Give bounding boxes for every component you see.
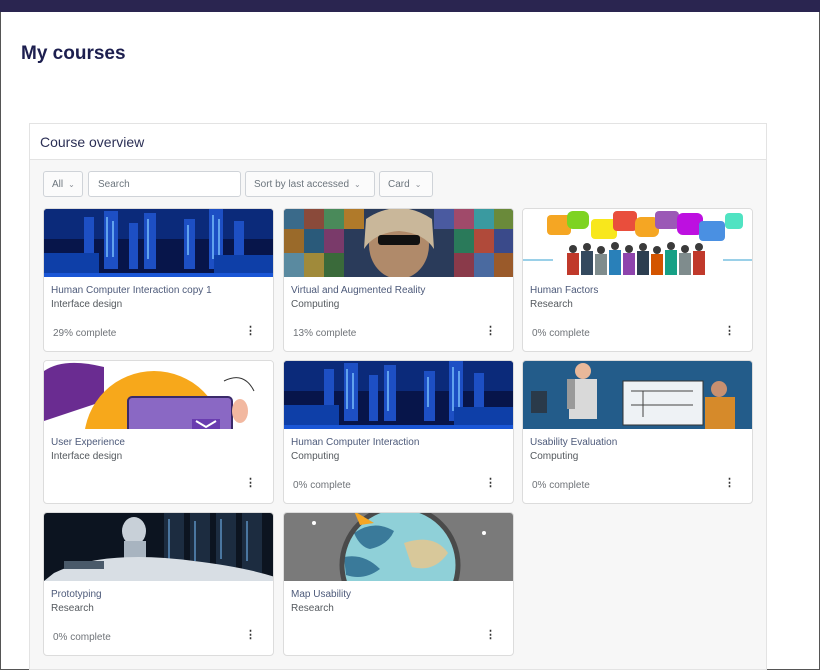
grouping-dropdown[interactable]: All ⌄ xyxy=(43,171,83,197)
course-category: Computing xyxy=(291,299,340,310)
sort-label: Sort by last accessed xyxy=(254,178,350,190)
course-image[interactable] xyxy=(523,361,752,429)
course-image[interactable] xyxy=(523,209,752,277)
vertical-ellipsis-icon[interactable]: ⋮ xyxy=(245,629,256,641)
chevron-down-icon: ⌄ xyxy=(414,179,422,189)
view-label: Card xyxy=(388,178,410,190)
course-category: Research xyxy=(530,299,573,310)
course-name[interactable]: Usability Evaluation xyxy=(530,437,617,448)
course-name[interactable]: Human Computer Interaction xyxy=(291,437,419,448)
sort-dropdown[interactable]: Sort by last accessed ⌄ xyxy=(245,171,375,197)
vertical-ellipsis-icon[interactable]: ⋮ xyxy=(485,325,496,337)
course-progress: 29% complete xyxy=(53,328,117,339)
course-image[interactable] xyxy=(44,513,273,581)
chevron-down-icon: ⌄ xyxy=(354,179,361,189)
course-card[interactable]: Prototyping Research 0% complete ⋮ xyxy=(43,512,274,656)
vertical-ellipsis-icon[interactable]: ⋮ xyxy=(724,477,735,489)
course-image[interactable] xyxy=(44,361,273,429)
course-category: Interface design xyxy=(51,451,123,462)
course-image[interactable] xyxy=(284,513,513,581)
course-image[interactable] xyxy=(44,209,273,277)
course-card[interactable]: Human Computer Interaction Computing 0% … xyxy=(283,360,514,504)
chevron-down-icon: ⌄ xyxy=(68,179,75,189)
vertical-ellipsis-icon[interactable]: ⋮ xyxy=(724,325,735,337)
course-image[interactable] xyxy=(284,361,513,429)
course-card[interactable]: Human Factors Research 0% complete ⋮ xyxy=(522,208,753,352)
vertical-ellipsis-icon[interactable]: ⋮ xyxy=(485,477,496,489)
course-name[interactable]: User Experience xyxy=(51,437,125,448)
course-category: Interface design xyxy=(51,299,123,310)
grouping-label: All xyxy=(52,178,64,190)
course-card[interactable]: User Experience Interface design ⋮ xyxy=(43,360,274,504)
vertical-ellipsis-icon[interactable]: ⋮ xyxy=(485,629,496,641)
course-progress: 13% complete xyxy=(293,328,357,339)
course-card[interactable]: Virtual and Augmented Reality Computing … xyxy=(283,208,514,352)
course-card[interactable]: Map Usability Research ⋮ xyxy=(283,512,514,656)
search-placeholder: Search xyxy=(98,178,130,190)
course-category: Research xyxy=(51,603,94,614)
course-name[interactable]: Human Factors xyxy=(530,285,598,296)
top-navbar xyxy=(0,0,820,12)
course-overview-block: Course overview All ⌄ Search Sort by las… xyxy=(29,123,767,670)
view-dropdown[interactable]: Card ⌄ xyxy=(379,171,433,197)
course-card[interactable]: Human Computer Interaction copy 1 Interf… xyxy=(43,208,274,352)
course-progress: 0% complete xyxy=(293,480,351,491)
course-image[interactable] xyxy=(284,209,513,277)
course-overview-heading: Course overview xyxy=(30,124,766,160)
course-card[interactable]: Usability Evaluation Computing 0% comple… xyxy=(522,360,753,504)
course-category: Research xyxy=(291,603,334,614)
page-title: My courses xyxy=(21,43,126,64)
course-category: Computing xyxy=(530,451,579,462)
course-name[interactable]: Human Computer Interaction copy 1 xyxy=(51,285,212,296)
vertical-ellipsis-icon[interactable]: ⋮ xyxy=(245,477,256,489)
course-category: Computing xyxy=(291,451,340,462)
course-name[interactable]: Prototyping xyxy=(51,589,102,600)
course-progress: 0% complete xyxy=(53,632,111,643)
course-name[interactable]: Virtual and Augmented Reality xyxy=(291,285,425,296)
search-input[interactable]: Search xyxy=(88,171,241,197)
vertical-ellipsis-icon[interactable]: ⋮ xyxy=(245,325,256,337)
course-name[interactable]: Map Usability xyxy=(291,589,351,600)
course-progress: 0% complete xyxy=(532,480,590,491)
course-progress: 0% complete xyxy=(532,328,590,339)
